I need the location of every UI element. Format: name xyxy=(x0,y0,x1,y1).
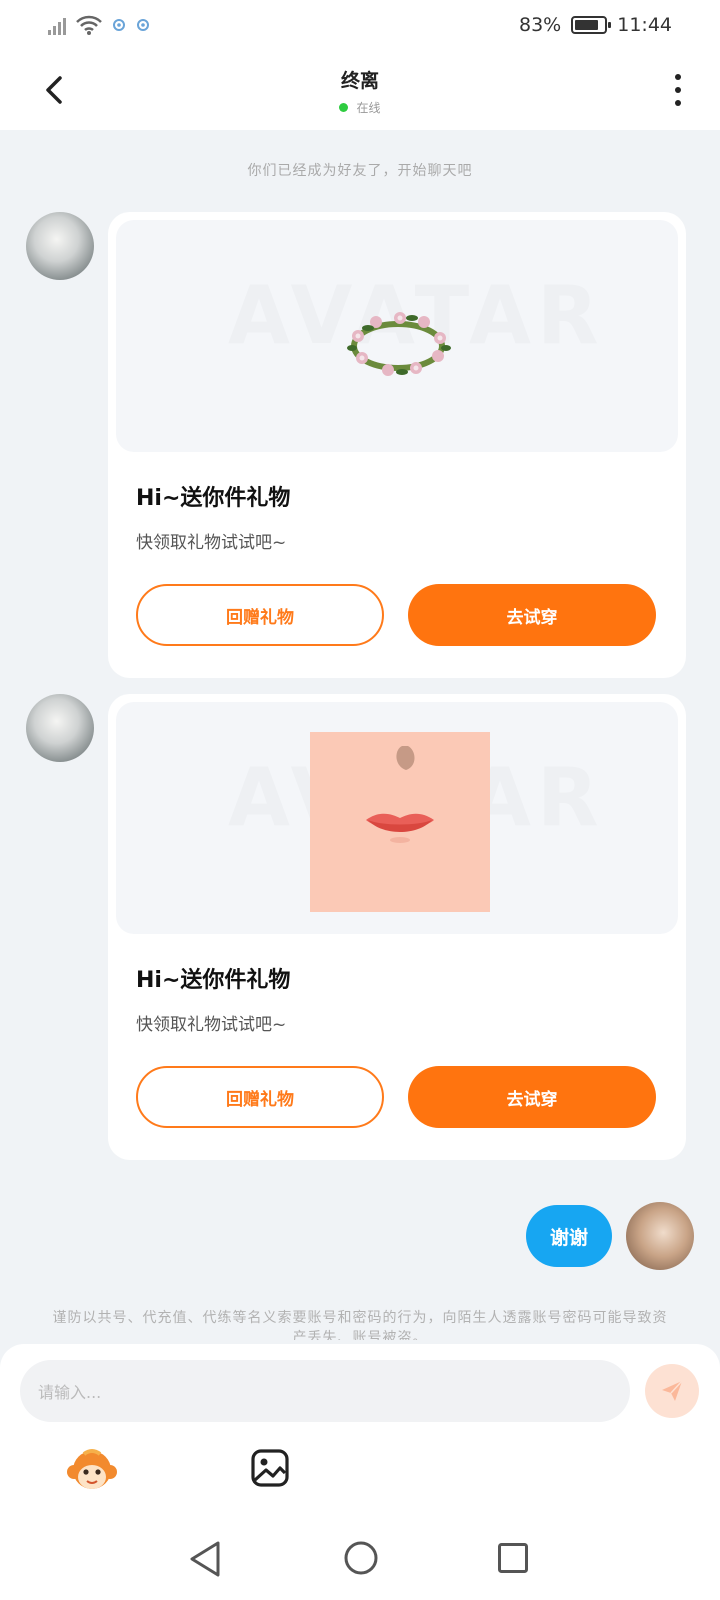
wifi-icon xyxy=(76,15,102,35)
gift-title: Hi~送你件礼物 xyxy=(136,486,291,511)
online-status: 在线 xyxy=(0,99,720,116)
return-gift-button[interactable]: 回赠礼物 xyxy=(136,584,384,646)
monkey-sticker-icon xyxy=(67,1449,117,1489)
gift-subtitle: 快领取礼物试试吧~ xyxy=(136,533,287,553)
online-dot-icon xyxy=(339,103,349,112)
image-icon xyxy=(251,1449,289,1487)
my-message-bubble[interactable]: 谢谢 xyxy=(526,1205,612,1267)
gift-subtitle: 快领取礼物试试吧~ xyxy=(136,1015,287,1035)
system-nav-bar xyxy=(0,1524,720,1600)
battery-percent: 83% xyxy=(519,14,562,36)
dot xyxy=(675,74,681,80)
contact-avatar[interactable] xyxy=(26,212,94,280)
emoji-button[interactable] xyxy=(66,1446,118,1498)
send-icon xyxy=(662,1380,683,1401)
gift-card: AVATAR Hi~送你件礼物 快领取礼物试试吧~ 回赠礼物 去试穿 xyxy=(108,694,686,1160)
gift-preview: AVATAR xyxy=(116,702,678,934)
dot xyxy=(675,100,681,106)
friend-added-notice: 你们已经成为好友了，开始聊天吧 xyxy=(247,163,473,179)
nav-recents-icon[interactable] xyxy=(497,1542,529,1574)
lips-image xyxy=(310,732,490,912)
try-on-button[interactable]: 去试穿 xyxy=(408,1066,656,1128)
try-on-button[interactable]: 去试穿 xyxy=(408,584,656,646)
return-gift-button[interactable]: 回赠礼物 xyxy=(136,1066,384,1128)
dot xyxy=(675,87,681,93)
contact-title: 终离 在线 xyxy=(0,66,720,116)
message-input[interactable]: 请输入... xyxy=(20,1360,630,1422)
location-icon xyxy=(113,19,125,31)
clock: 11:44 xyxy=(617,14,672,36)
contact-avatar[interactable] xyxy=(26,694,94,762)
security-warning: 谨防以共号、代充值、代练等名义索要账号和密码的行为，向陌生人透露账号密码可能导致… xyxy=(52,1310,668,1340)
gift-preview: AVATAR xyxy=(116,220,678,452)
more-options-button[interactable] xyxy=(666,70,690,110)
nav-back-icon[interactable] xyxy=(188,1540,222,1578)
status-bar: 83% 11:44 xyxy=(0,0,720,50)
battery-icon xyxy=(571,16,612,34)
nav-home-icon[interactable] xyxy=(343,1540,379,1576)
flower-wreath-image xyxy=(347,312,451,376)
online-label: 在线 xyxy=(356,101,381,115)
image-button[interactable] xyxy=(250,1448,290,1488)
my-avatar[interactable] xyxy=(626,1202,694,1270)
chat-header: 终离 在线 xyxy=(0,50,720,130)
send-button[interactable] xyxy=(645,1364,699,1418)
status-icons-right: 83% 11:44 xyxy=(519,14,672,36)
gift-title: Hi~送你件礼物 xyxy=(136,968,291,993)
status-icons-left xyxy=(48,15,150,35)
signal-icon xyxy=(48,15,66,35)
contact-name: 终离 xyxy=(340,70,379,92)
lips-graphic xyxy=(366,746,434,843)
location-icon xyxy=(137,19,149,31)
gift-card: AVATAR Hi~送你件礼物 快领取礼物试试吧~ 回赠礼物 去试穿 xyxy=(108,212,686,678)
